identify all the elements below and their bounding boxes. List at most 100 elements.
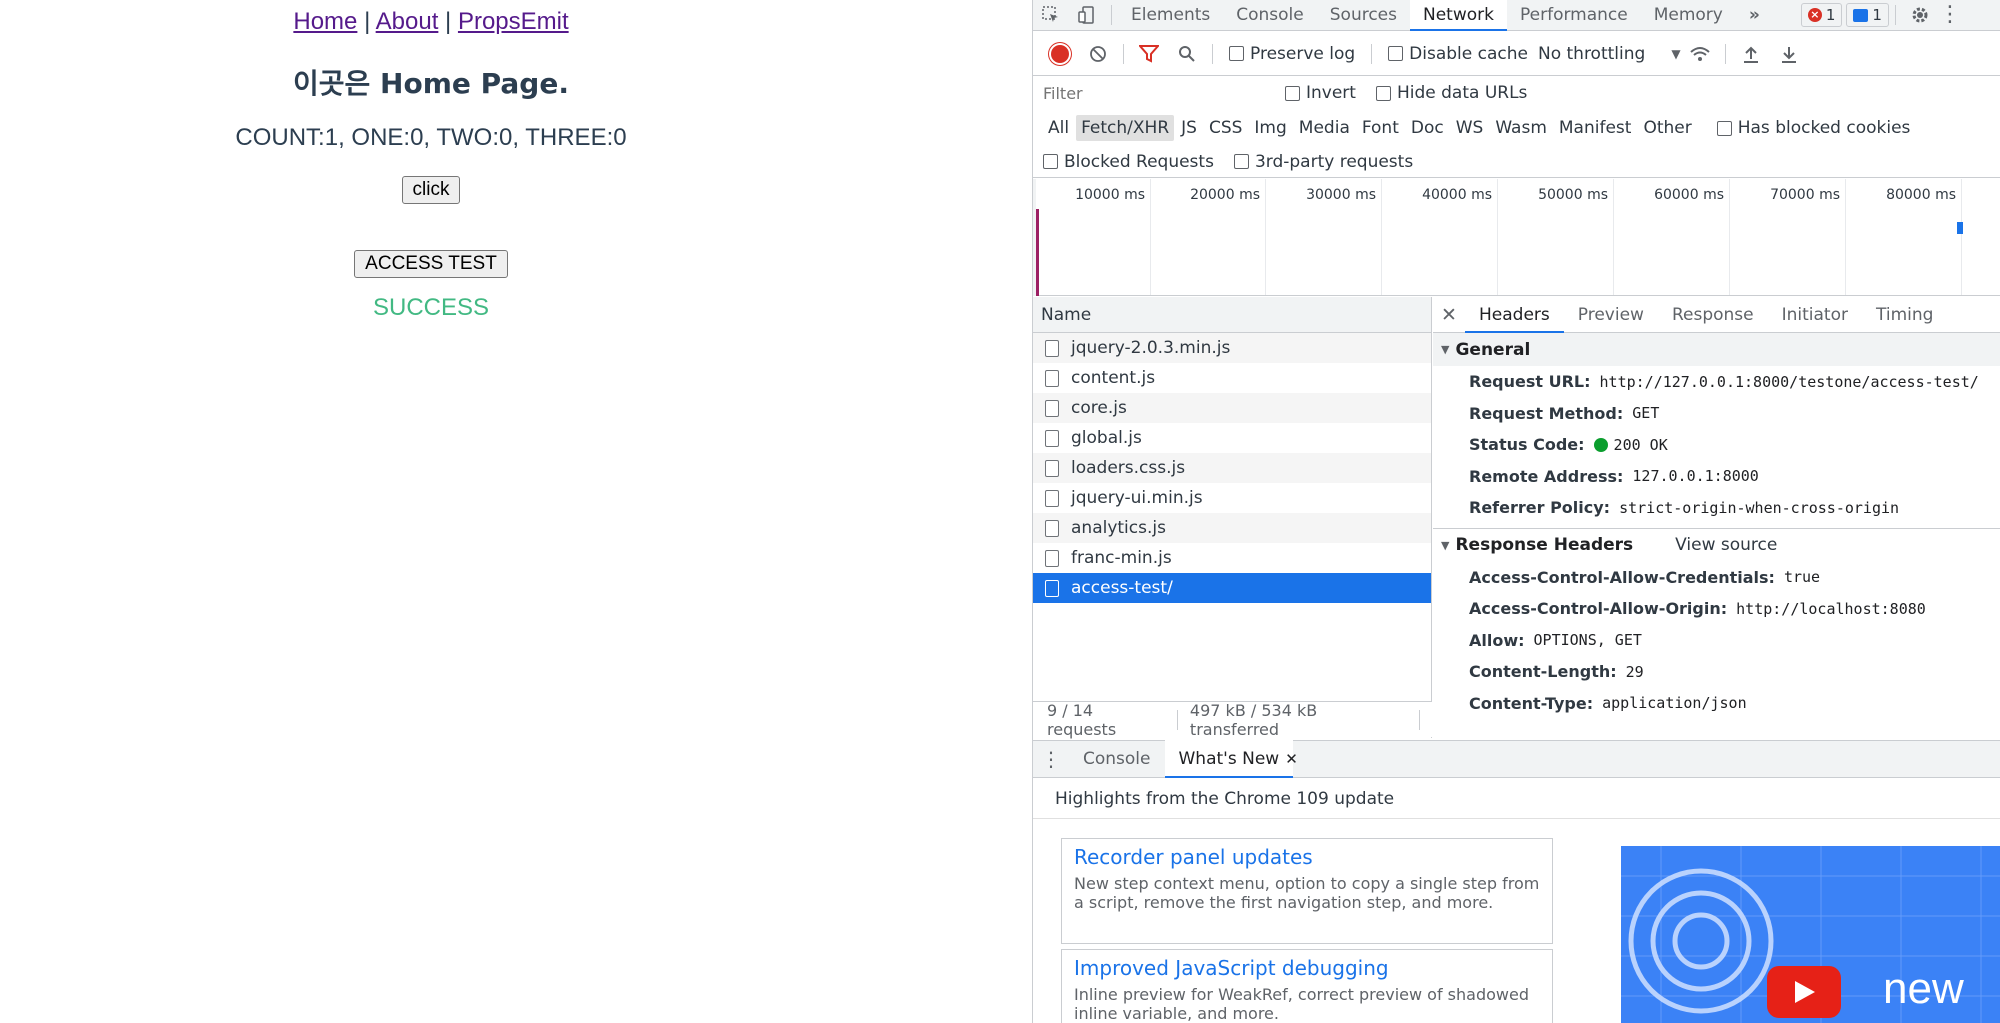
timeline-tick-label: 20000 ms bbox=[1190, 187, 1260, 203]
network-toolbar: Preserve log Disable cache No throttling… bbox=[1033, 32, 2000, 76]
request-row[interactable]: core.js bbox=[1033, 393, 1431, 423]
request-row[interactable]: loaders.css.js bbox=[1033, 453, 1431, 483]
type-filter-media[interactable]: Media bbox=[1294, 115, 1355, 141]
more-options-icon[interactable]: ⋮ bbox=[1938, 0, 1962, 31]
type-filter-fetch-xhr[interactable]: Fetch/XHR bbox=[1076, 115, 1175, 141]
blocked-requests-checkbox[interactable]: Blocked Requests bbox=[1043, 152, 1214, 172]
tab-memory[interactable]: Memory bbox=[1641, 0, 1736, 31]
clear-button[interactable] bbox=[1079, 32, 1117, 76]
header-row: Content-Type: application/json bbox=[1469, 693, 1747, 713]
record-button[interactable] bbox=[1041, 32, 1079, 76]
third-party-requests-checkbox[interactable]: 3rd-party requests bbox=[1233, 152, 1413, 172]
file-icon bbox=[1045, 399, 1059, 417]
preserve-log-checkbox[interactable]: Preserve log bbox=[1229, 44, 1355, 64]
nav-link-props-emit[interactable]: PropsEmit bbox=[458, 8, 569, 35]
view-source-link[interactable]: View source bbox=[1675, 535, 1777, 555]
drawer-tab-whats-new[interactable]: What's New bbox=[1164, 740, 1294, 778]
type-filter-wasm[interactable]: Wasm bbox=[1490, 115, 1552, 141]
request-row-selected[interactable]: access-test/ bbox=[1033, 573, 1431, 603]
response-headers-section-header[interactable]: ▼ Response Headers View source bbox=[1433, 529, 2000, 562]
filter-input[interactable] bbox=[1041, 80, 1273, 106]
header-row: Access-Control-Allow-Origin: http://local… bbox=[1469, 599, 1926, 619]
type-filter-img[interactable]: Img bbox=[1249, 115, 1291, 141]
file-icon bbox=[1045, 339, 1059, 357]
tab-response[interactable]: Response bbox=[1658, 297, 1768, 333]
hide-data-urls-checkbox[interactable]: Hide data URLs bbox=[1375, 83, 1527, 103]
drawer-menu-icon[interactable]: ⋮ bbox=[1033, 747, 1069, 771]
inspect-element-icon[interactable] bbox=[1033, 0, 1069, 31]
export-har-icon[interactable] bbox=[1770, 32, 1808, 76]
type-filter-all[interactable]: All bbox=[1043, 115, 1074, 141]
timeline-tick-label: 70000 ms bbox=[1770, 187, 1840, 203]
settings-gear-icon[interactable] bbox=[1902, 0, 1938, 31]
request-count: 9 / 14 requests bbox=[1047, 700, 1117, 739]
expand-triangle-icon: ▼ bbox=[1441, 343, 1450, 356]
request-row[interactable]: jquery-2.0.3.min.js bbox=[1033, 333, 1431, 363]
feature-card-description: Inline preview for WeakRef, correct prev… bbox=[1074, 985, 1529, 1023]
disable-cache-checkbox[interactable]: Disable cache bbox=[1388, 44, 1528, 64]
nav-link-home[interactable]: Home bbox=[293, 8, 357, 35]
request-row[interactable]: franc-min.js bbox=[1033, 543, 1431, 573]
more-tabs-icon[interactable]: » bbox=[1736, 0, 1773, 31]
access-result: SUCCESS bbox=[372, 294, 490, 321]
timeline-tick-label: 80000 ms bbox=[1886, 187, 1956, 203]
type-filter-doc[interactable]: Doc bbox=[1406, 115, 1449, 141]
type-filter-bar: All Fetch/XHR JS CSS Img Media Font Doc … bbox=[1033, 110, 2000, 146]
nav-separator: | bbox=[445, 8, 452, 35]
has-blocked-cookies-checkbox[interactable]: Has blocked cookies bbox=[1716, 118, 1910, 138]
general-section-header[interactable]: ▼ General bbox=[1433, 333, 2000, 366]
count-display: COUNT:1, ONE:0, TWO:0, THREE:0 bbox=[235, 124, 627, 151]
network-conditions-icon[interactable] bbox=[1681, 32, 1719, 76]
tab-elements[interactable]: Elements bbox=[1118, 0, 1223, 31]
type-filter-manifest[interactable]: Manifest bbox=[1554, 115, 1637, 141]
header-row: Content-Length: 29 bbox=[1469, 662, 1644, 682]
header-row: Request URL: http://127.0.0.1:8000/teston… bbox=[1469, 372, 1979, 392]
request-row[interactable]: analytics.js bbox=[1033, 513, 1431, 543]
type-filter-other[interactable]: Other bbox=[1638, 115, 1696, 141]
tab-timing[interactable]: Timing bbox=[1862, 297, 1947, 333]
drawer-tab-console[interactable]: Console bbox=[1069, 740, 1165, 778]
network-overview-timeline[interactable]: 10000 ms 20000 ms 30000 ms 40000 ms 5000… bbox=[1033, 179, 2000, 296]
type-filter-font[interactable]: Font bbox=[1357, 115, 1404, 141]
tab-network[interactable]: Network bbox=[1410, 0, 1507, 31]
name-column-header[interactable]: Name bbox=[1033, 297, 1431, 333]
tab-preview[interactable]: Preview bbox=[1564, 297, 1658, 333]
request-row[interactable]: jquery-ui.min.js bbox=[1033, 483, 1431, 513]
tab-headers[interactable]: Headers bbox=[1465, 297, 1564, 333]
access-test-button[interactable]: ACCESS TEST bbox=[354, 250, 508, 278]
throttling-select[interactable]: No throttling ▼ bbox=[1538, 44, 1681, 64]
file-icon bbox=[1045, 549, 1059, 567]
status-ok-icon bbox=[1593, 437, 1608, 452]
type-filter-css[interactable]: CSS bbox=[1204, 115, 1247, 141]
nav-bar: Home | About | PropsEmit bbox=[0, 8, 862, 36]
search-button[interactable] bbox=[1168, 32, 1206, 76]
type-filter-ws[interactable]: WS bbox=[1451, 115, 1489, 141]
close-tab-icon[interactable]: ✕ bbox=[1285, 750, 1298, 768]
feature-card-title[interactable]: Improved JavaScript debugging bbox=[1074, 956, 1540, 980]
invert-checkbox[interactable]: Invert bbox=[1285, 83, 1356, 103]
filter-icon bbox=[1139, 44, 1159, 63]
tab-console[interactable]: Console bbox=[1223, 0, 1317, 31]
video-thumbnail[interactable]: new bbox=[1621, 846, 2000, 1023]
close-details-icon[interactable]: ✕ bbox=[1433, 304, 1465, 326]
tab-sources[interactable]: Sources bbox=[1317, 0, 1410, 31]
video-caption: new bbox=[1883, 964, 1964, 1013]
tab-performance[interactable]: Performance bbox=[1507, 0, 1641, 31]
nav-link-about[interactable]: About bbox=[376, 8, 439, 35]
request-row[interactable]: global.js bbox=[1033, 423, 1431, 453]
header-row: Referrer Policy: strict-origin-when-cross… bbox=[1469, 498, 1900, 518]
detail-tab-bar: ✕ Headers Preview Response Initiator Tim… bbox=[1433, 297, 2000, 333]
message-count: 1 bbox=[1872, 6, 1882, 24]
play-icon bbox=[1767, 966, 1841, 1018]
message-badge[interactable]: 1 bbox=[1846, 3, 1889, 27]
request-row[interactable]: content.js bbox=[1033, 363, 1431, 393]
tab-initiator[interactable]: Initiator bbox=[1768, 297, 1862, 333]
feature-card-title[interactable]: Recorder panel updates bbox=[1074, 845, 1540, 869]
type-filter-js[interactable]: JS bbox=[1176, 115, 1202, 141]
error-badge[interactable]: × 1 bbox=[1800, 3, 1843, 27]
import-har-icon[interactable] bbox=[1732, 32, 1770, 76]
whats-new-heading: Highlights from the Chrome 109 update bbox=[1033, 779, 2000, 819]
filter-toggle-button[interactable] bbox=[1130, 32, 1168, 76]
device-toolbar-icon[interactable] bbox=[1069, 0, 1105, 31]
click-button[interactable]: click bbox=[401, 176, 461, 204]
